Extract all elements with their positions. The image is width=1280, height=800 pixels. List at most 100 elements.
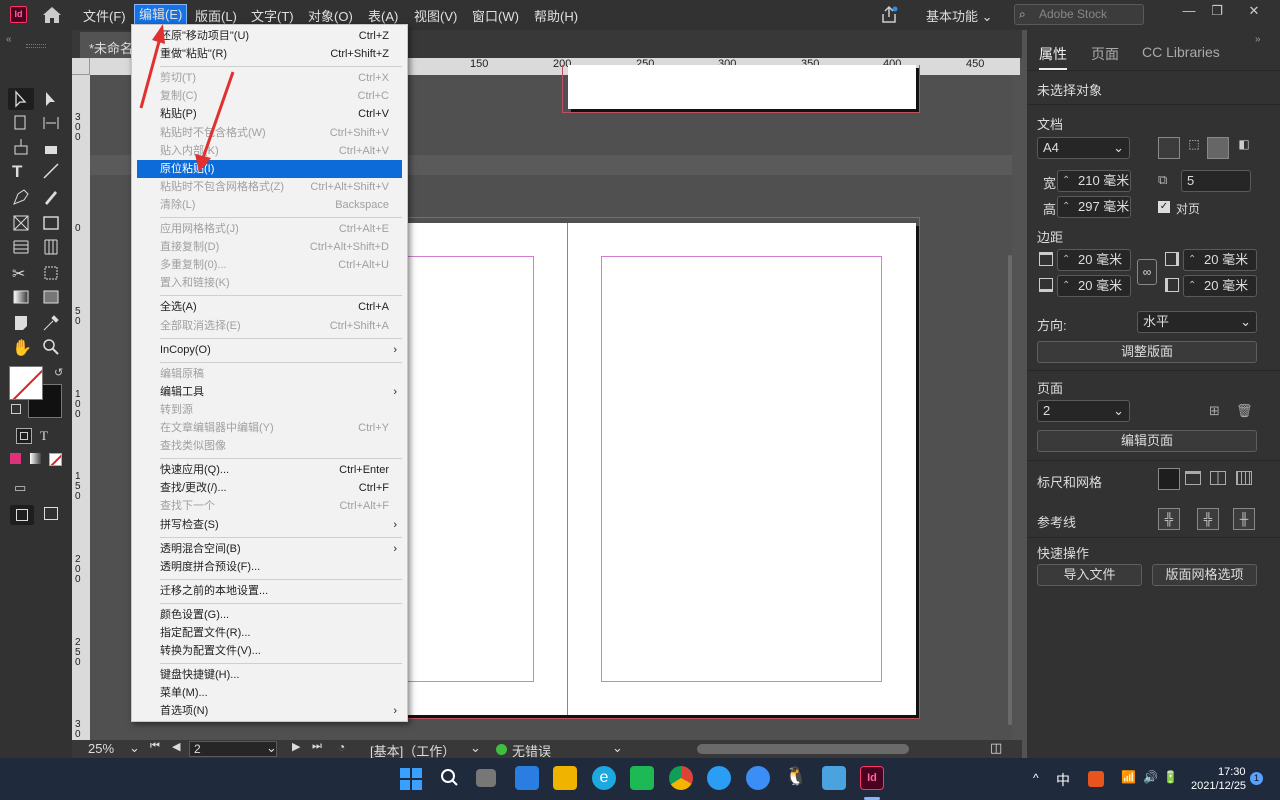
ruler-origin[interactable] (72, 58, 90, 75)
stepper-icon[interactable]: ⌃ (1062, 197, 1070, 217)
horizontal-scrollbar[interactable] (697, 744, 909, 754)
menu-item[interactable]: 还原"移动项目"(U) Ctrl+Z (132, 27, 407, 45)
horizontal-grid-tool-icon[interactable] (12, 238, 30, 256)
document-grid-icon[interactable] (1210, 471, 1226, 485)
swap-colors-icon[interactable]: ↺ (54, 366, 63, 379)
volume-icon[interactable]: 🔊 (1143, 770, 1158, 784)
hand-tool-icon[interactable]: ✋ (12, 338, 32, 357)
tab-cc-libraries[interactable]: CC Libraries (1142, 44, 1220, 60)
collapse-icon[interactable]: « (6, 34, 12, 45)
content-placer-icon[interactable] (42, 138, 60, 156)
stepper-icon[interactable]: ⌃ (1188, 276, 1196, 296)
free-transform-tool-icon[interactable] (42, 264, 60, 282)
orientation-portrait-icon[interactable] (1158, 137, 1180, 159)
sogou-icon[interactable] (1088, 771, 1104, 787)
direct-selection-tool-icon[interactable] (42, 90, 60, 108)
zoom-tool-icon[interactable] (42, 338, 60, 356)
apply-none-icon[interactable] (49, 453, 62, 466)
margin-top-field[interactable]: ⌃ 20 毫米 (1057, 249, 1131, 271)
margin-outside-field[interactable]: ⌃ 20 毫米 (1183, 275, 1257, 297)
menu-item[interactable]: 菜单(M)... (132, 684, 407, 702)
wechat-icon[interactable] (630, 766, 654, 790)
rectangle-tool-icon[interactable] (42, 214, 60, 232)
file-explorer-icon[interactable] (553, 766, 577, 790)
menu-file[interactable]: 文件(F) (83, 6, 126, 25)
page-tool-icon[interactable] (12, 114, 30, 132)
import-file-button[interactable]: 导入文件 (1037, 564, 1142, 586)
stepper-icon[interactable]: ⌃ (1188, 250, 1196, 270)
apply-gradient-icon[interactable] (30, 453, 41, 464)
grip-icon[interactable] (26, 44, 46, 48)
selection-tool-icon[interactable] (12, 90, 30, 108)
search-icon[interactable] (437, 766, 461, 790)
clock-date[interactable]: 2021/12/25 (1191, 780, 1246, 792)
chevron-down-icon[interactable]: ⌄ (129, 740, 140, 756)
menu-item[interactable]: 键盘快捷键(H)... (132, 666, 407, 684)
restore-button[interactable]: ❐ (1206, 3, 1228, 23)
stepper-icon[interactable]: ⌃ (1062, 276, 1070, 296)
line-tool-icon[interactable] (42, 162, 60, 180)
stepper-icon[interactable]: ⌃ (1062, 171, 1070, 191)
chrome-icon[interactable] (669, 766, 693, 790)
link-margins-icon[interactable]: ∞ (1137, 259, 1157, 285)
split-layout-icon[interactable]: ◫ (990, 740, 1002, 756)
workspace-switcher[interactable]: 基本功能 ⌄ (926, 6, 993, 25)
apply-color-icon[interactable] (10, 453, 21, 464)
indesign-taskbar-icon[interactable]: Id (860, 766, 884, 790)
normal-view-icon[interactable] (10, 505, 34, 525)
menu-item[interactable]: InCopy(O) › (132, 341, 407, 359)
height-field[interactable]: ⌃ 297 毫米 (1057, 196, 1131, 218)
menu-item[interactable]: 转换为配置文件(V)... (132, 642, 407, 660)
vertical-scrollbar[interactable] (1008, 255, 1012, 725)
last-page-icon[interactable]: ⏭ (312, 740, 322, 753)
content-collector-icon[interactable] (12, 138, 30, 156)
menu-type[interactable]: 文字(T) (251, 6, 294, 25)
formatting-container-icon[interactable] (16, 428, 32, 444)
new-page-icon[interactable]: ⊞ (1209, 403, 1220, 419)
vertical-ruler[interactable]: 300 0 50 100 150 200 250 300 (72, 58, 90, 750)
edge-icon[interactable]: e (592, 766, 616, 790)
gap-tool-icon[interactable] (42, 114, 60, 132)
orientation-landscape-icon[interactable]: ⬚ (1183, 137, 1205, 159)
notepad-icon[interactable] (822, 766, 846, 790)
gradient-feather-tool-icon[interactable] (42, 288, 60, 306)
stepper-icon[interactable]: ⌃ (1062, 250, 1070, 270)
tray-overflow-icon[interactable]: ^ (1033, 771, 1039, 785)
zoom-level[interactable]: 25% (88, 741, 114, 756)
document-preset-select[interactable]: A4 ⌄ (1037, 137, 1130, 159)
prev-page-icon[interactable]: ◀ (172, 740, 180, 753)
menu-item[interactable]: 颜色设置(G)... (132, 606, 407, 624)
stock-search-input[interactable]: ⌕ Adobe Stock (1014, 4, 1144, 25)
menu-table[interactable]: 表(A) (368, 6, 398, 25)
ruler-toggle-icon[interactable] (1158, 468, 1180, 490)
minimize-button[interactable]: — (1178, 3, 1200, 23)
menu-item[interactable]: 指定配置文件(R)... (132, 624, 407, 642)
layout-grid-icon[interactable] (1236, 471, 1252, 485)
qq-icon[interactable]: 🐧 (784, 766, 808, 790)
chevron-down-icon[interactable]: ⌄ (470, 740, 481, 756)
preview-view-icon[interactable] (44, 507, 58, 520)
default-colors-icon[interactable] (11, 404, 21, 414)
ime-indicator[interactable]: 中 (1056, 770, 1070, 790)
chevron-down-icon[interactable]: ⌄ (612, 740, 623, 756)
intent-web-icon[interactable]: ◧ (1233, 137, 1255, 159)
close-button[interactable]: ✕ (1243, 3, 1265, 23)
fill-swatch[interactable] (9, 366, 43, 400)
baseline-grid-icon[interactable] (1185, 471, 1201, 485)
document-tab[interactable]: *未命名 (80, 32, 135, 58)
page-select[interactable]: 2 ⌄ (1037, 400, 1130, 422)
gradient-swatch-tool-icon[interactable] (12, 288, 30, 306)
menu-item[interactable]: 首选项(N) › (132, 702, 407, 720)
pencil-tool-icon[interactable] (42, 188, 60, 206)
notification-badge[interactable]: 1 (1250, 772, 1263, 785)
indesign-app-icon[interactable]: Id (10, 6, 27, 23)
grid-options-button[interactable]: 版面网格选项 (1152, 564, 1257, 586)
menu-item[interactable]: 编辑工具 › (132, 383, 407, 401)
menu-view[interactable]: 视图(V) (414, 6, 457, 25)
rectangle-frame-tool-icon[interactable] (12, 214, 30, 232)
smart-guides-icon[interactable]: ╫ (1233, 508, 1255, 530)
menu-item[interactable]: 透明混合空间(B) › (132, 540, 407, 558)
margin-bottom-field[interactable]: ⌃ 20 毫米 (1057, 275, 1131, 297)
share-icon[interactable] (880, 6, 898, 24)
tab-properties[interactable]: 属性 (1039, 44, 1067, 70)
